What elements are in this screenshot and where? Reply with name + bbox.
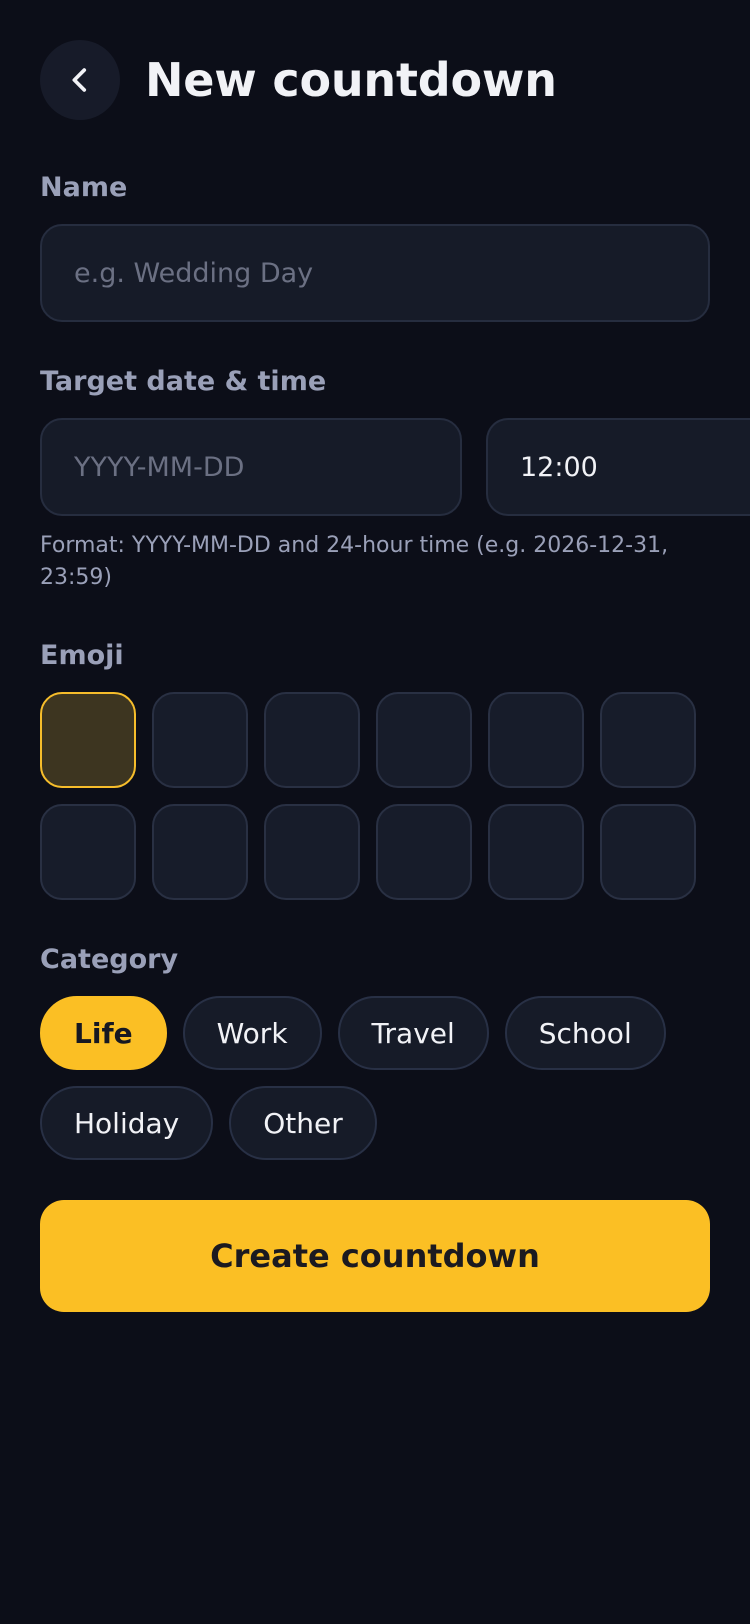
page-title: New countdown — [145, 53, 557, 107]
emoji-option[interactable] — [152, 692, 248, 788]
emoji-option[interactable] — [152, 804, 248, 900]
target-date-time-label: Target date & time — [40, 366, 327, 397]
category-chip-work[interactable]: Work — [182, 996, 322, 1070]
emoji-option[interactable] — [600, 692, 696, 788]
category-chip-group: Life Work Travel School Holiday Other — [40, 996, 720, 1160]
emoji-option[interactable] — [376, 804, 472, 900]
new-countdown-screen: New countdown Name Target date & time Fo… — [0, 0, 750, 1624]
emoji-option[interactable] — [600, 804, 696, 900]
emoji-option[interactable] — [264, 692, 360, 788]
emoji-label: Emoji — [40, 640, 124, 671]
emoji-option[interactable] — [376, 692, 472, 788]
date-input[interactable] — [40, 418, 462, 516]
emoji-grid — [40, 692, 696, 900]
emoji-option[interactable] — [40, 692, 136, 788]
name-input[interactable] — [40, 224, 710, 322]
category-chip-travel[interactable]: Travel — [337, 996, 489, 1070]
emoji-option[interactable] — [40, 804, 136, 900]
name-label: Name — [40, 172, 128, 203]
chevron-left-icon — [72, 68, 87, 92]
category-chip-holiday[interactable]: Holiday — [40, 1086, 214, 1160]
emoji-option[interactable] — [488, 692, 584, 788]
time-input[interactable] — [486, 418, 750, 516]
create-countdown-button[interactable]: Create countdown — [40, 1200, 710, 1312]
category-chip-other[interactable]: Other — [229, 1086, 377, 1160]
emoji-option[interactable] — [264, 804, 360, 900]
category-label: Category — [40, 944, 179, 975]
category-chip-life[interactable]: Life — [40, 996, 167, 1070]
category-chip-school[interactable]: School — [504, 996, 666, 1070]
date-format-hint: Format: YYYY-MM-DD and 24-hour time (e.g… — [40, 533, 669, 590]
back-button[interactable] — [40, 40, 120, 120]
emoji-option[interactable] — [488, 804, 584, 900]
